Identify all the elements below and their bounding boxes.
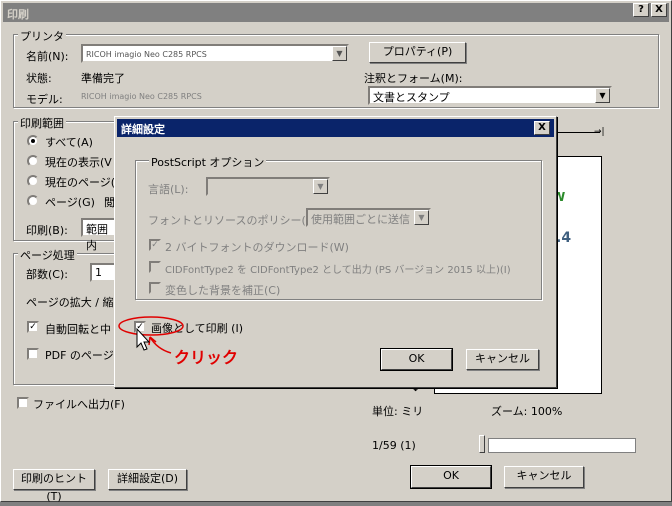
- print-window: 印刷 ? X プリンタ 名前(N): RICOH imagio Neo C285…: [0, 0, 672, 503]
- click-annotation-text: クリック: [174, 348, 239, 367]
- annotation-overlay: [118, 316, 184, 354]
- mouse-cursor-icon: [136, 327, 151, 351]
- annotation-ellipse: [118, 316, 184, 336]
